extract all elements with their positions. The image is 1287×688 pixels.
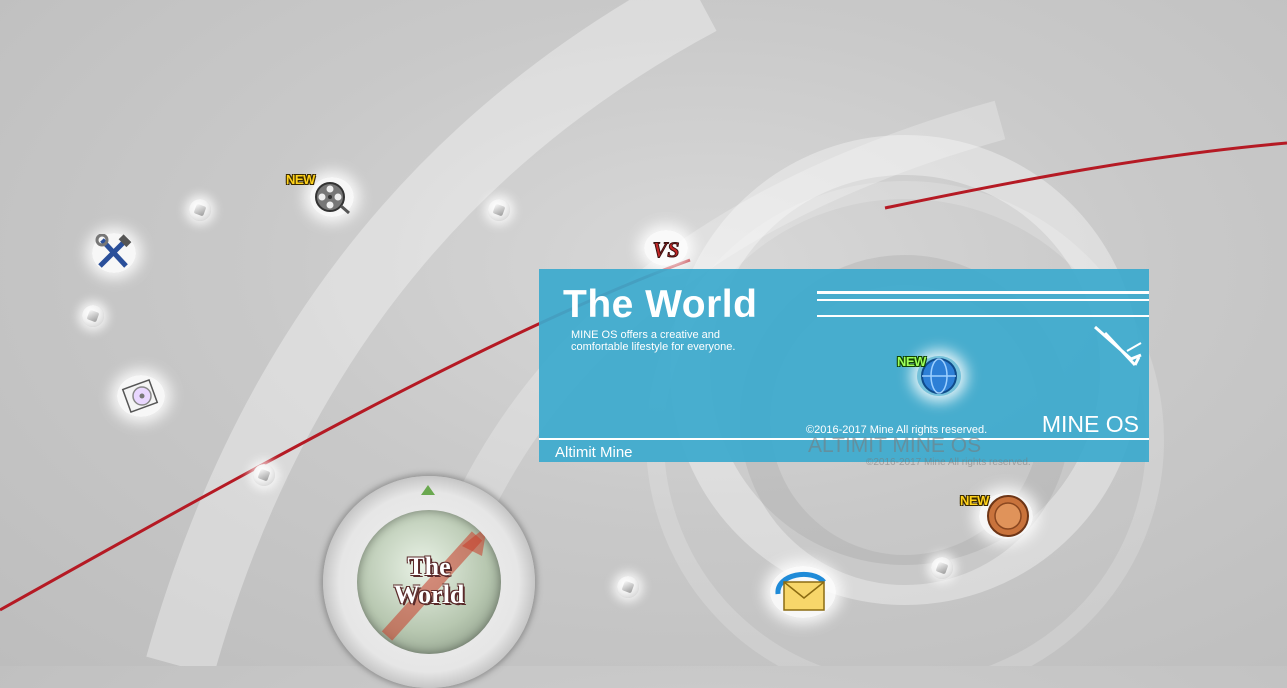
mail-app-icon[interactable]: [770, 566, 836, 618]
waypoint-node[interactable]: [253, 464, 275, 486]
wrench-hammer-icon: [95, 234, 132, 268]
waypoint-node[interactable]: [189, 199, 211, 221]
disc-title-line: World: [393, 580, 465, 609]
waypoint-node[interactable]: [617, 576, 639, 598]
vs-icon: VS: [652, 237, 680, 263]
ghost-copyright: ©2016-2017 Mine All rights reserved.: [866, 457, 1031, 468]
panel-divider: [817, 299, 1149, 301]
film-reel-icon: [315, 182, 350, 214]
disk-icon: [121, 378, 159, 414]
movie-app-icon[interactable]: [310, 177, 354, 217]
versus-app-icon[interactable]: VS: [644, 230, 688, 266]
new-badge: NEW: [286, 172, 315, 187]
ghost-brand: ALTIMIT MINE OS: [808, 434, 982, 457]
new-badge: NEW: [960, 493, 989, 508]
settings-tools-icon[interactable]: [92, 233, 136, 273]
description-line: comfortable lifestyle for everyone.: [571, 341, 736, 353]
panel-divider: [817, 315, 1149, 317]
panel-title: The World: [563, 283, 758, 326]
svg-text:VS: VS: [653, 237, 680, 262]
waypoint-node[interactable]: [931, 557, 953, 579]
new-badge: NEW: [897, 354, 926, 369]
panel-brand: MINE OS: [1041, 411, 1139, 437]
the-world-launch-disc[interactable]: The World: [323, 476, 535, 688]
waypoint-node[interactable]: [82, 305, 104, 327]
panel-divider: [817, 291, 1149, 294]
feather-icon: [1094, 325, 1142, 367]
disk-app-icon[interactable]: [117, 375, 165, 417]
disc-title-line: The: [407, 552, 451, 581]
triangle-indicator-icon: [421, 485, 435, 495]
description-line: MINE OS offers a creative and: [571, 329, 720, 341]
disc-emblem: The World: [357, 510, 501, 654]
mail-icon: [775, 571, 826, 611]
panel-footer: Altimit Mine: [555, 444, 633, 461]
panel-description: MINE OS offers a creative and comfortabl…: [571, 329, 735, 353]
waypoint-node[interactable]: [488, 199, 510, 221]
